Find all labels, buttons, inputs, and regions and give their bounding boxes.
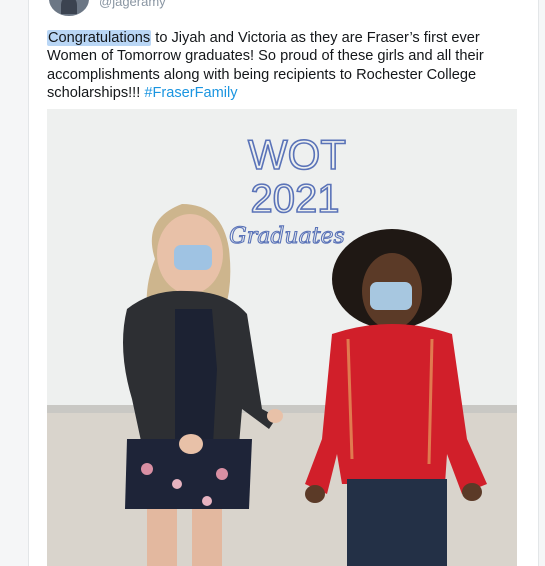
face-mask-right [370,282,412,310]
user-handle[interactable]: @jageramy [99,0,166,9]
avatar[interactable] [49,0,89,16]
face-mask-left [174,245,212,270]
tweet-photo[interactable]: WOT 2021 Graduates [47,109,517,566]
whiteboard-text-graduates: Graduates [229,224,345,249]
hashtag-link[interactable]: #FraserFamily [144,85,237,101]
tweet-text: Congratulations to Jiyah and Victoria as… [47,29,517,102]
photo-scene: WOT 2021 Graduates [47,109,517,566]
tweet-card: @jageramy Congratulations to Jiyah and V… [28,0,539,566]
whiteboard-text-year: 2021 [251,177,340,221]
whiteboard-text-wot: WOT [248,131,346,178]
highlighted-text: Congratulations [47,30,152,46]
